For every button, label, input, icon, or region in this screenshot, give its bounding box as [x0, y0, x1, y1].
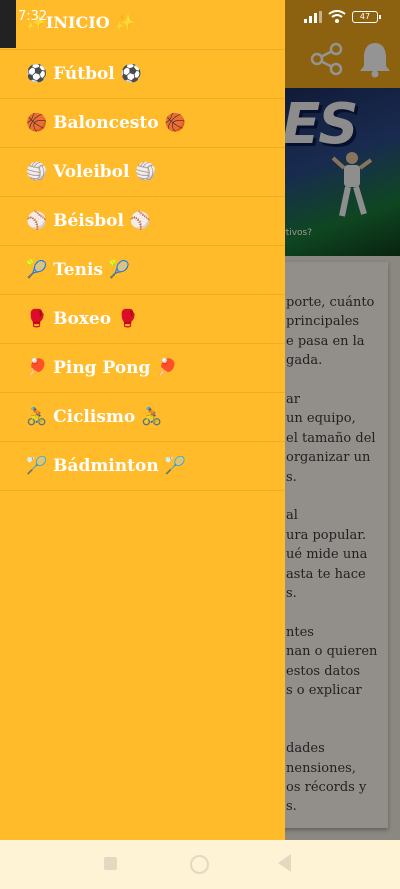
status-icons: 47	[304, 10, 381, 23]
menu-item-label: 🏓 Ping Pong 🏓	[26, 358, 178, 378]
menu-item-label: 🚴 Ciclismo 🚴	[26, 407, 163, 427]
back-icon[interactable]	[278, 854, 291, 872]
status-time: 7:32	[18, 9, 48, 24]
menu-item-label: 🎾 Tenis 🎾	[26, 260, 131, 280]
menu-item-badminton[interactable]: 🏸 Bádminton 🏸	[0, 442, 285, 491]
menu-item-label: 🥊 Boxeo 🥊	[26, 309, 139, 329]
menu-item-inicio[interactable]: ✨INICIO ✨	[0, 0, 285, 50]
menu-item-label: 🏐 Voleibol 🏐	[26, 162, 157, 182]
camera-notch	[0, 0, 16, 48]
menu-item-label: ⚾ Béisbol ⚾	[26, 211, 152, 231]
signal-icon	[304, 10, 322, 23]
menu-item-label: 🏸 Bádminton 🏸	[26, 456, 186, 476]
menu-item-ciclismo[interactable]: 🚴 Ciclismo 🚴	[0, 393, 285, 442]
home-icon[interactable]	[190, 855, 209, 874]
menu-item-futbol[interactable]: ⚽ Fútbol ⚽	[0, 50, 285, 99]
menu-item-baloncesto[interactable]: 🏀 Baloncesto 🏀	[0, 99, 285, 148]
menu-item-label: 🏀 Baloncesto 🏀	[26, 113, 186, 133]
menu-item-tenis[interactable]: 🎾 Tenis 🎾	[0, 246, 285, 295]
recents-icon[interactable]	[104, 857, 117, 870]
menu-item-boxeo[interactable]: 🥊 Boxeo 🥊	[0, 295, 285, 344]
battery-icon: 47	[352, 10, 381, 23]
navigation-drawer: ✨INICIO ✨ ⚽ Fútbol ⚽ 🏀 Baloncesto 🏀 🏐 Vo…	[0, 0, 285, 840]
menu-item-voleibol[interactable]: 🏐 Voleibol 🏐	[0, 148, 285, 197]
wifi-icon	[328, 10, 346, 23]
menu-item-label: ⚽ Fútbol ⚽	[26, 64, 142, 84]
menu-item-beisbol[interactable]: ⚾ Béisbol ⚾	[0, 197, 285, 246]
menu-item-ping-pong[interactable]: 🏓 Ping Pong 🏓	[0, 344, 285, 393]
